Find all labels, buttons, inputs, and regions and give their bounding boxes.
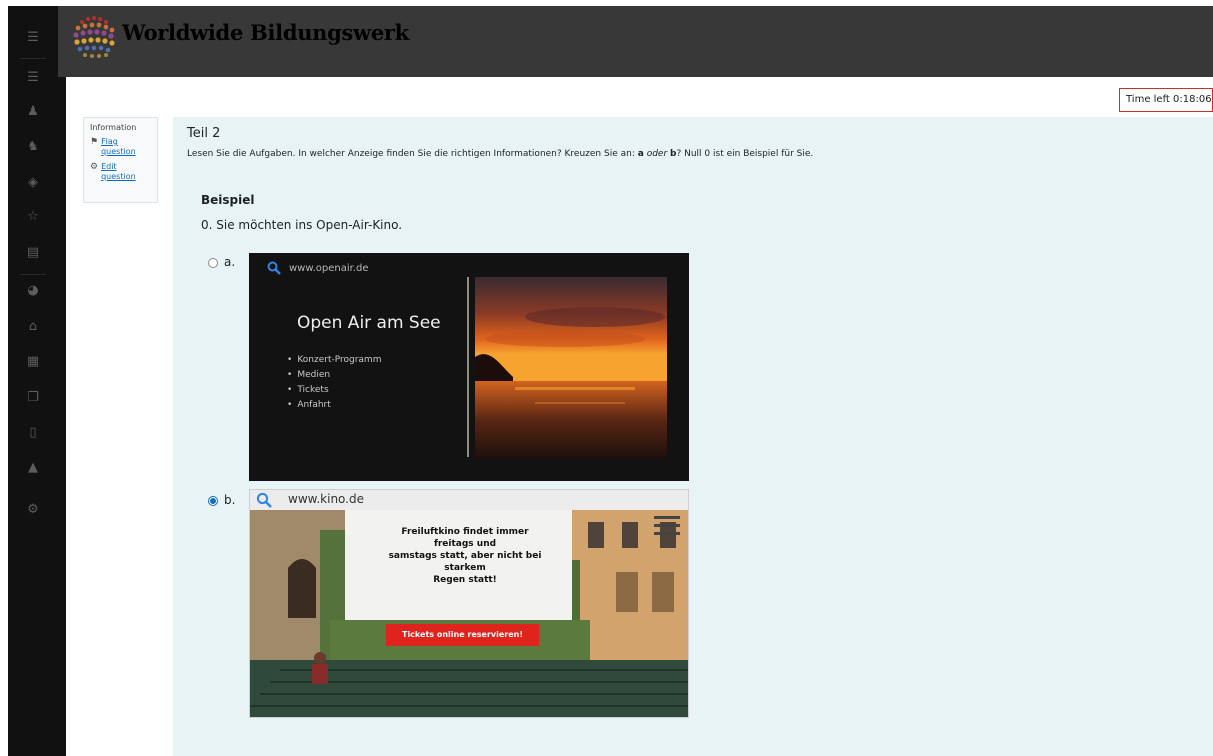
screen-text-line: freitags und bbox=[433, 539, 497, 549]
option-b-image[interactable]: www.kino.de Freiluftkino findet immer fr… bbox=[249, 489, 689, 718]
tickets-reserve-button: Tickets online reservieren! bbox=[386, 624, 539, 646]
option-b-url: www.kino.de bbox=[288, 492, 364, 506]
time-left-indicator: Time left 0:18:06 bbox=[1119, 88, 1213, 112]
info-title: Information bbox=[90, 123, 137, 132]
option-a-divider bbox=[467, 277, 469, 457]
question-prompt: 0. Sie möchten ins Open-Air-Kino. bbox=[201, 218, 403, 232]
menu-icon[interactable]: ☰ bbox=[8, 28, 58, 48]
sidebar-divider bbox=[20, 58, 46, 59]
option-a-menu-item: Tickets bbox=[287, 383, 381, 398]
screen-text-line: starkem bbox=[444, 563, 486, 573]
option-a-menu-list: Konzert-Programm Medien Tickets Anfahrt bbox=[287, 353, 381, 413]
search-icon bbox=[267, 261, 281, 275]
option-a-url-row: www.openair.de bbox=[267, 261, 369, 275]
site-title[interactable]: Worldwide Bildungswerk bbox=[122, 20, 409, 45]
option-a-headline: Open Air am See bbox=[297, 313, 441, 333]
user-icon[interactable]: ♟ bbox=[8, 102, 58, 122]
edit-question-link-row[interactable]: ⚙ Edit question bbox=[90, 162, 151, 182]
layers-icon[interactable]: ◈ bbox=[8, 173, 58, 193]
screen-text-line: Regen statt! bbox=[433, 575, 497, 585]
option-a-image[interactable]: www.openair.de Open Air am See Konzert-P… bbox=[249, 253, 689, 481]
calendar-icon[interactable]: ▦ bbox=[8, 352, 58, 372]
screen-text-line: Freiluftkino findet immer bbox=[401, 527, 529, 537]
question-instruction: Lesen Sie die Aufgaben. In welcher Anzei… bbox=[187, 149, 813, 159]
flag-question-link[interactable]: Flag question bbox=[101, 137, 151, 157]
clipboard-icon[interactable]: ▯ bbox=[8, 423, 58, 443]
flag-icon: ⚑ bbox=[90, 137, 99, 147]
option-b-radio[interactable] bbox=[208, 496, 218, 506]
question-content: Teil 2 Lesen Sie die Aufgaben. In welche… bbox=[173, 117, 1213, 756]
option-b-url-bar: www.kino.de bbox=[250, 490, 688, 510]
site-logo[interactable] bbox=[68, 12, 120, 64]
user-group-icon[interactable]: ♞ bbox=[8, 137, 58, 157]
gear-icon: ⚙ bbox=[90, 162, 99, 172]
flag-question-link-row[interactable]: ⚑ Flag question bbox=[90, 137, 151, 157]
gear-icon[interactable]: ⚙ bbox=[8, 500, 58, 520]
question-info-box: Information ⚑ Flag question ⚙ Edit quest… bbox=[83, 117, 158, 203]
book-icon[interactable]: ▤ bbox=[8, 243, 58, 263]
left-sidebar: ☰ ☰ ♟ ♞ ◈ ☆ ▤ ◕ ⌂ ▦ ❐ ▯ ▲ ⚙ bbox=[8, 6, 66, 756]
option-a-menu-item: Konzert-Programm bbox=[287, 353, 381, 368]
example-heading: Beispiel bbox=[201, 193, 255, 207]
search-icon bbox=[256, 492, 272, 508]
graduation-cap-icon[interactable]: ▲ bbox=[8, 458, 58, 478]
edit-question-link[interactable]: Edit question bbox=[101, 162, 151, 182]
option-a-menu-item: Medien bbox=[287, 368, 381, 383]
option-a-menu-item: Anfahrt bbox=[287, 398, 381, 413]
copy-icon[interactable]: ❐ bbox=[8, 388, 58, 408]
cinema-screen-text: Freiluftkino findet immer freitags und s… bbox=[350, 526, 580, 586]
list-icon[interactable]: ☰ bbox=[8, 68, 58, 88]
screen-text-line: samstags statt, aber nicht bei bbox=[388, 551, 542, 561]
star-icon[interactable]: ☆ bbox=[8, 207, 58, 227]
sunset-photo bbox=[475, 277, 667, 459]
site-header: Worldwide Bildungswerk bbox=[58, 6, 1213, 77]
dashboard-icon[interactable]: ◕ bbox=[8, 281, 58, 301]
instruction-option-a: a bbox=[637, 149, 644, 159]
instruction-oder: oder bbox=[646, 149, 668, 159]
instruction-text: Lesen Sie die Aufgaben. In welcher Anzei… bbox=[187, 149, 638, 159]
home-icon[interactable]: ⌂ bbox=[8, 317, 58, 337]
option-a-radio[interactable] bbox=[208, 258, 218, 268]
option-b-label[interactable]: b. bbox=[224, 493, 235, 507]
option-a-url: www.openair.de bbox=[289, 262, 369, 274]
instruction-text-end: ? Null 0 ist ein Beispiel für Sie. bbox=[676, 149, 814, 159]
option-a-label[interactable]: a. bbox=[224, 255, 235, 269]
question-section-title: Teil 2 bbox=[187, 126, 221, 141]
sidebar-divider bbox=[20, 274, 46, 275]
